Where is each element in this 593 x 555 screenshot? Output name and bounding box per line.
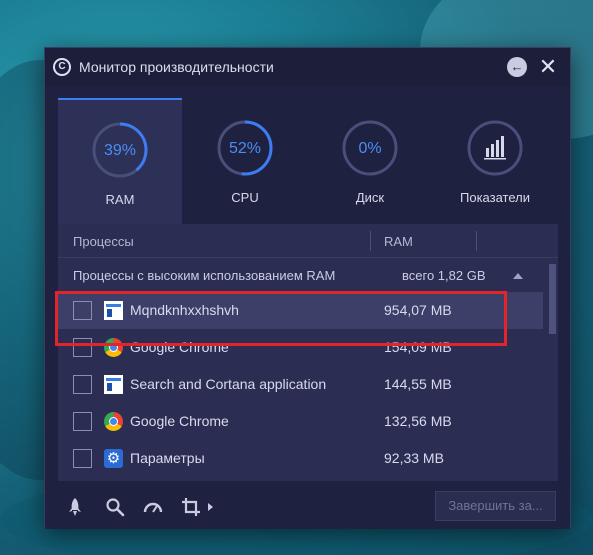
metric-tabs: 39% RAM 52% CPU 0% Диск Показатели xyxy=(58,98,558,224)
tab-indicators[interactable]: Показатели xyxy=(433,98,557,224)
search-icon[interactable] xyxy=(105,497,125,517)
tab-label-ram: RAM xyxy=(105,192,135,207)
group-title: Процессы с высоким использованием RAM xyxy=(73,268,336,283)
speedometer-icon[interactable] xyxy=(143,497,163,517)
cpu-percent: 52% xyxy=(228,140,262,157)
tab-ram[interactable]: 39% RAM xyxy=(58,98,182,224)
column-header-ram[interactable]: RAM xyxy=(384,234,413,249)
tab-cpu[interactable]: 52% CPU xyxy=(183,98,307,224)
title-bar[interactable]: C Монитор производительности ← ✕ xyxy=(45,48,570,86)
crop-icon[interactable] xyxy=(181,497,201,517)
play-arrow-icon[interactable] xyxy=(205,497,215,517)
scrollbar[interactable] xyxy=(546,258,558,481)
row-checkbox[interactable] xyxy=(73,375,92,394)
table-row[interactable]: Search and Cortana application 144,55 MB xyxy=(58,366,543,403)
tab-label-disk: Диск xyxy=(355,190,385,205)
table-row[interactable]: Google Chrome 132,56 MB xyxy=(58,403,543,440)
ram-percent: 39% xyxy=(103,142,137,159)
table-row[interactable]: ⚙ Параметры 92,33 MB xyxy=(58,440,543,477)
back-button[interactable]: ← xyxy=(507,57,527,77)
scrollbar-thumb[interactable] xyxy=(549,264,556,334)
end-task-button[interactable]: Завершить за... xyxy=(435,491,556,521)
collapse-caret-icon[interactable] xyxy=(513,273,523,279)
gear-icon: ⚙ xyxy=(104,449,123,468)
group-total: всего 1,82 GB xyxy=(402,268,486,283)
process-name: Параметры xyxy=(130,450,205,466)
app-logo-icon: C xyxy=(53,58,71,76)
row-checkbox[interactable] xyxy=(73,412,92,431)
process-name: Google Chrome xyxy=(130,413,229,429)
performance-monitor-window: C Монитор производительности ← ✕ 39% RAM… xyxy=(44,47,571,529)
bottom-toolbar: Завершить за... xyxy=(45,481,570,529)
highlight-annotation xyxy=(55,291,507,346)
process-ram: 92,33 MB xyxy=(384,450,444,466)
row-checkbox[interactable] xyxy=(73,449,92,468)
process-ram: 132,56 MB xyxy=(384,413,452,429)
rocket-icon[interactable] xyxy=(65,497,85,517)
process-ram: 144,55 MB xyxy=(384,376,452,392)
column-divider xyxy=(476,231,477,251)
tab-disk[interactable]: 0% Диск xyxy=(308,98,432,224)
bar-chart-icon xyxy=(467,120,523,176)
disk-percent: 0% xyxy=(358,140,382,157)
column-divider xyxy=(370,231,371,251)
window-title: Монитор производительности xyxy=(79,59,274,75)
process-panel: Процессы RAM Процессы с высоким использо… xyxy=(58,224,558,481)
column-header-processes[interactable]: Процессы xyxy=(73,234,134,249)
chrome-icon xyxy=(104,412,123,431)
window-app-icon xyxy=(104,375,123,394)
process-name: Search and Cortana application xyxy=(130,376,327,392)
close-button[interactable]: ✕ xyxy=(536,55,560,79)
table-header: Процессы RAM xyxy=(58,224,558,258)
tab-label-indicators: Показатели xyxy=(460,190,530,205)
process-group-header[interactable]: Процессы с высоким использованием RAM вс… xyxy=(58,258,543,292)
tab-label-cpu: CPU xyxy=(231,190,259,205)
